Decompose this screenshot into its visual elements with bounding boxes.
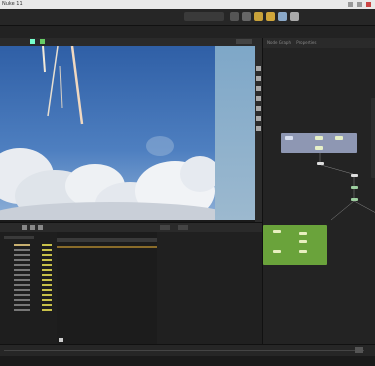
dope-highlight-row[interactable] (57, 246, 157, 248)
timeline-track[interactable] (4, 350, 364, 351)
tool-icon[interactable] (160, 225, 170, 230)
list-item[interactable] (14, 294, 30, 296)
list-item[interactable] (14, 284, 30, 286)
tool-icon[interactable] (256, 116, 261, 121)
list-item[interactable] (14, 279, 30, 281)
list-item[interactable] (14, 249, 30, 251)
tool-icon[interactable] (256, 96, 261, 101)
viewer-tool-icon[interactable] (40, 39, 45, 44)
main-toolbar (0, 9, 375, 26)
tool-icon[interactable] (278, 12, 287, 21)
viewer-menu[interactable] (236, 39, 252, 44)
curve-editor[interactable] (157, 232, 262, 344)
node[interactable] (299, 240, 307, 243)
keyframe-icons[interactable] (42, 244, 52, 314)
list-item[interactable] (4, 236, 34, 239)
node[interactable] (273, 250, 281, 253)
tool-icon[interactable] (256, 126, 261, 131)
status-bar (0, 356, 375, 366)
dope-sheet[interactable] (57, 232, 158, 344)
viewer-toolbar (0, 38, 262, 46)
close-icon[interactable] (366, 2, 371, 7)
list-item[interactable] (14, 299, 30, 301)
tool-icon[interactable] (30, 225, 35, 230)
layer-list[interactable] (0, 232, 58, 344)
tool-icon[interactable] (256, 66, 261, 71)
node[interactable] (299, 232, 307, 235)
play-icon[interactable] (59, 338, 63, 342)
tool-icon[interactable] (22, 225, 27, 230)
list-item[interactable] (14, 269, 30, 271)
list-item[interactable] (14, 304, 30, 306)
window-title: Nuke 11 (2, 1, 23, 7)
node-connections (319, 153, 375, 221)
tool-icon[interactable] (290, 12, 299, 21)
list-item[interactable] (14, 259, 30, 261)
tool-icon[interactable] (256, 86, 261, 91)
viewer-tool-icon[interactable] (30, 39, 35, 44)
node-graph-lower[interactable] (262, 222, 375, 344)
list-item[interactable] (14, 274, 30, 276)
list-item[interactable] (14, 309, 30, 311)
tool-icon[interactable] (178, 225, 188, 230)
tool-icon[interactable] (230, 12, 239, 21)
tool-icon[interactable] (256, 76, 261, 81)
workspace-selector[interactable] (184, 12, 224, 21)
node-graph-panel[interactable]: Node Graph Properties (262, 38, 375, 222)
tool-icon[interactable] (254, 12, 263, 21)
list-item[interactable] (14, 264, 30, 266)
tool-icon[interactable] (266, 12, 275, 21)
list-item[interactable] (14, 289, 30, 291)
list-item[interactable] (14, 254, 30, 256)
timeline-control[interactable] (355, 347, 363, 353)
viewer-overlay (215, 46, 258, 220)
node[interactable] (299, 250, 307, 253)
tool-icon[interactable] (38, 225, 43, 230)
tool-icon[interactable] (256, 106, 261, 111)
dope-header-row (57, 238, 157, 242)
minimize-icon[interactable] (348, 2, 353, 7)
viewer-panel[interactable] (0, 46, 262, 222)
node[interactable] (273, 230, 281, 233)
list-item[interactable] (14, 244, 30, 246)
viewer-image (0, 46, 215, 220)
tool-icon[interactable] (242, 12, 251, 21)
viewer-side-toolbar (255, 46, 262, 222)
maximize-icon[interactable] (357, 2, 362, 7)
title-bar: Nuke 11 (0, 0, 375, 9)
